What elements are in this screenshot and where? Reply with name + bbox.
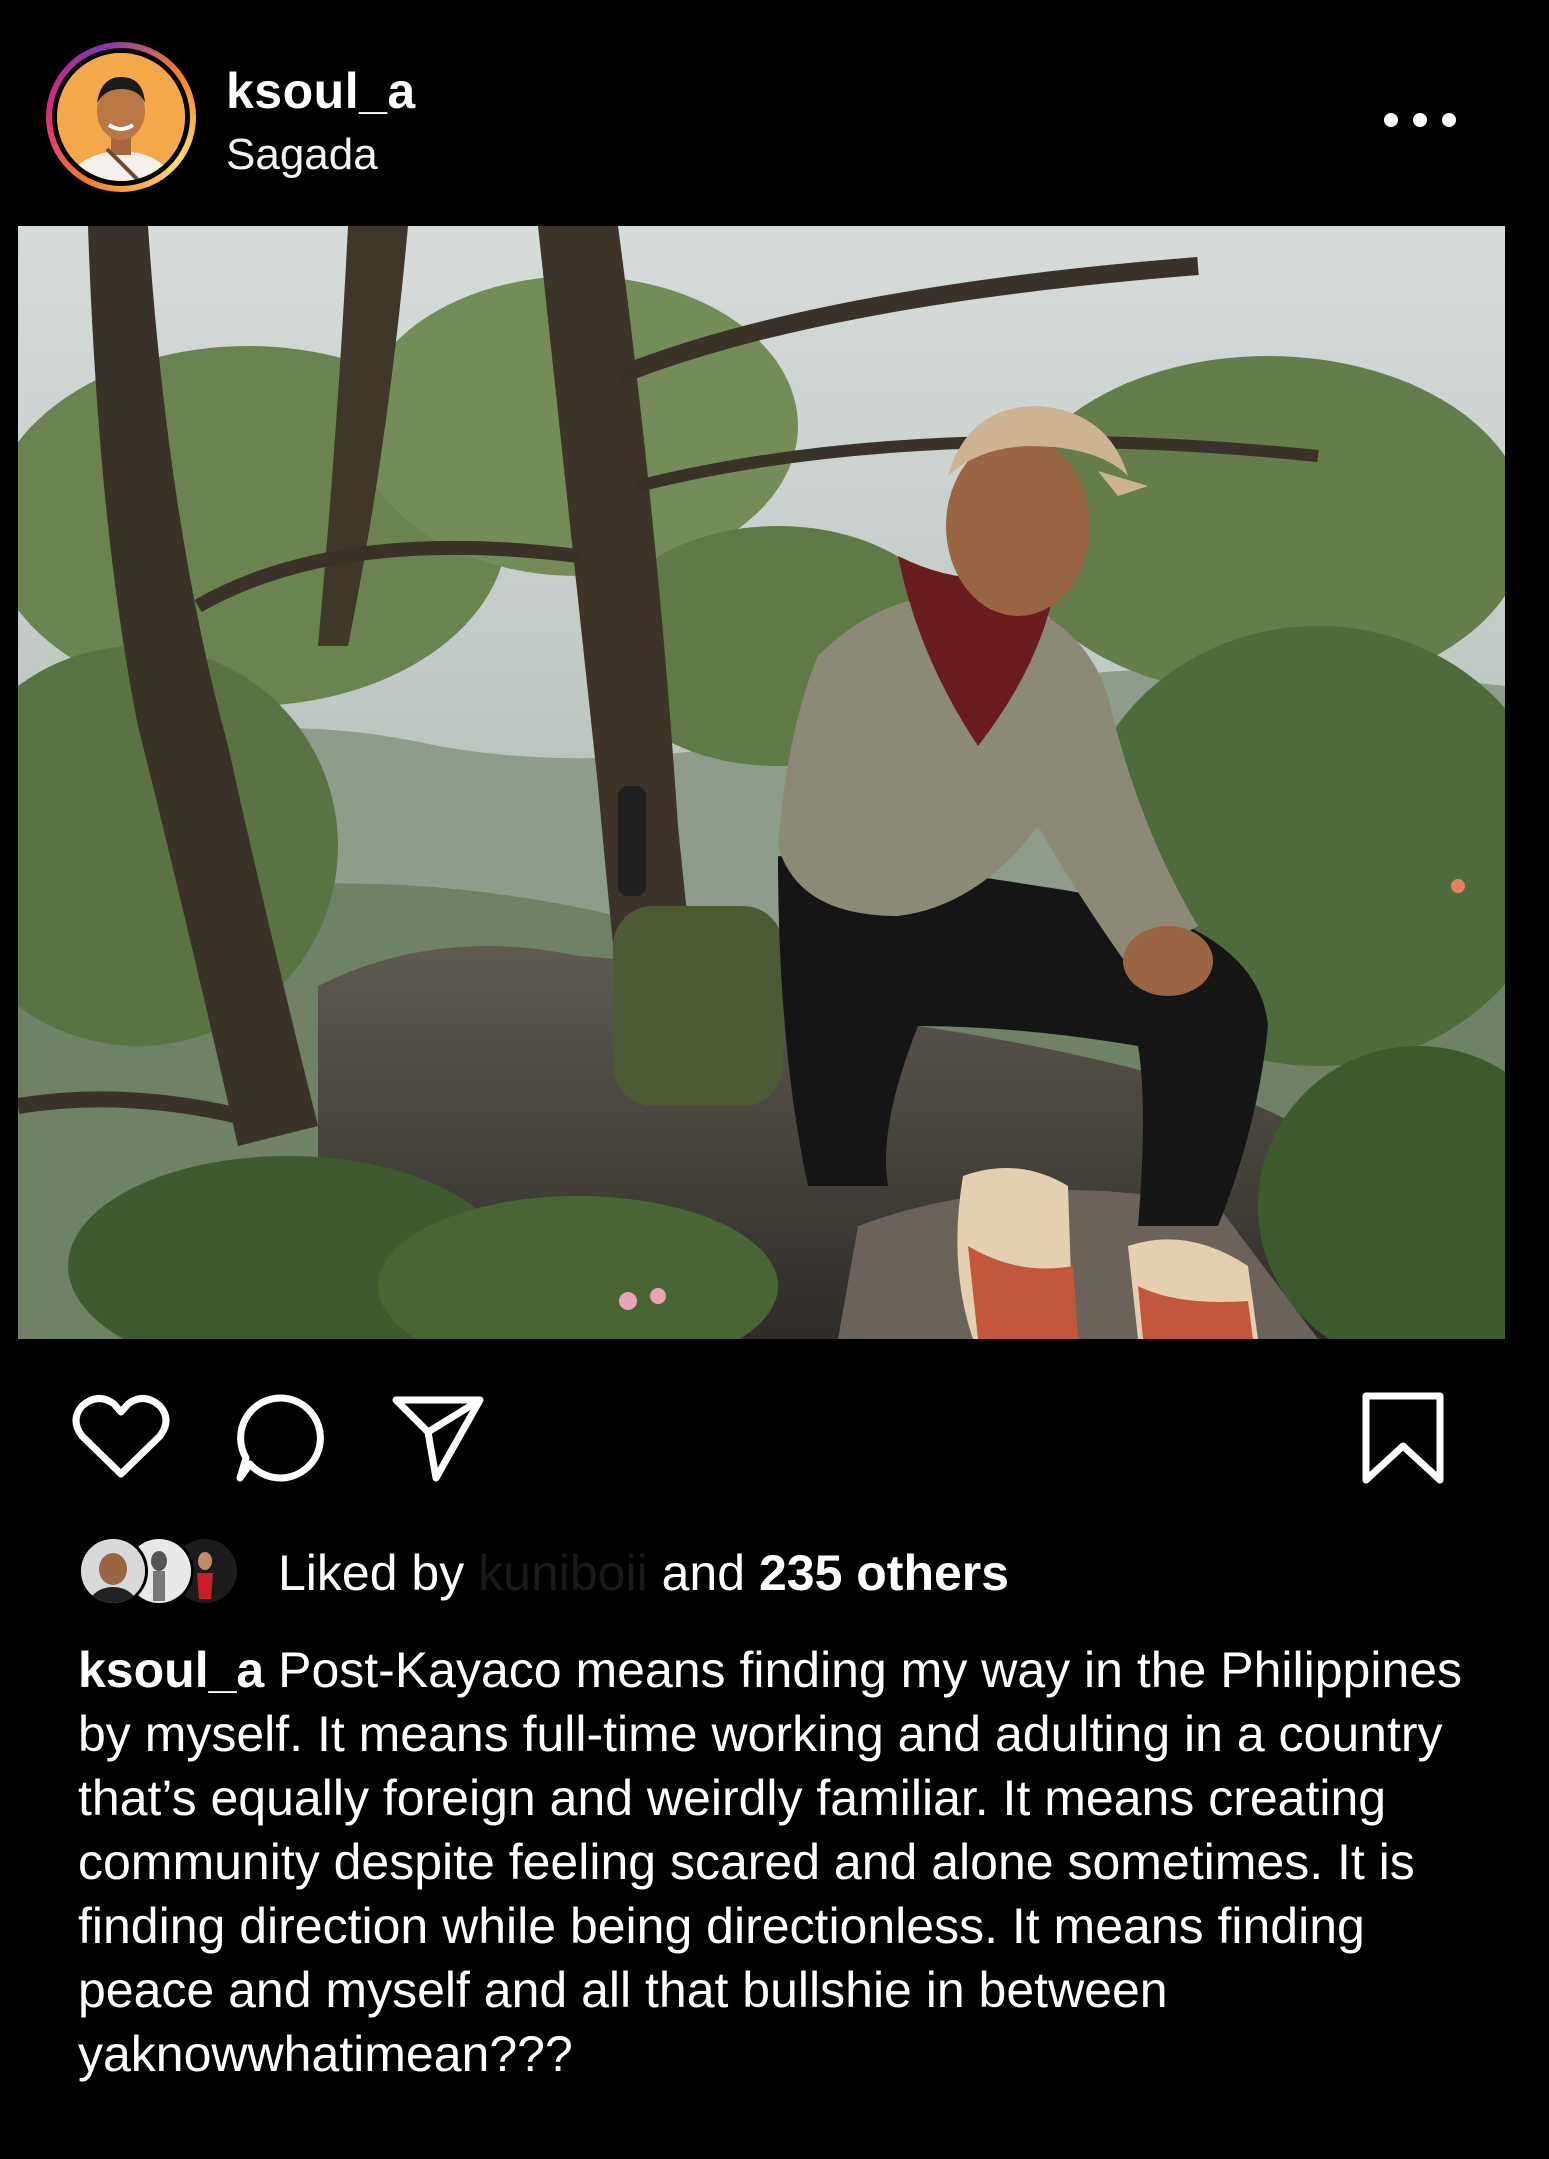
post-location[interactable]: Sagada [226,130,378,180]
avatar[interactable] [57,53,185,181]
heart-icon[interactable] [72,1392,170,1480]
post-username[interactable]: ksoul_a [226,62,416,120]
post-photo[interactable] [18,226,1505,1339]
story-ring[interactable] [46,42,196,192]
dot [1384,113,1398,127]
dot [1413,113,1427,127]
likes-row: Liked by kuniboii and 235 others [78,1530,1478,1610]
dot [1442,113,1456,127]
post-header: ksoul_a Sagada [0,0,1549,225]
caption-text: Post-Kayaco means finding my way in the … [78,1642,1463,2082]
likes-summary[interactable]: Liked by kuniboii and 235 others [278,1544,1009,1602]
liker-username[interactable]: kuniboii [478,1545,648,1601]
comment-icon[interactable] [234,1392,326,1484]
post-actions [0,1380,1549,1484]
bookmark-icon[interactable] [1360,1390,1446,1486]
likes-connector: and [661,1545,746,1601]
likes-count[interactable]: 235 others [759,1545,1009,1601]
post-caption: ksoul_a Post-Kayaco means finding my way… [78,1638,1478,2086]
avatar-border [52,48,190,186]
caption-username[interactable]: ksoul_a [78,1642,264,1698]
more-options-icon[interactable] [1384,100,1456,140]
liker-avatar[interactable] [78,1536,148,1606]
likes-prefix: Liked by [278,1545,465,1601]
send-icon[interactable] [390,1392,486,1484]
